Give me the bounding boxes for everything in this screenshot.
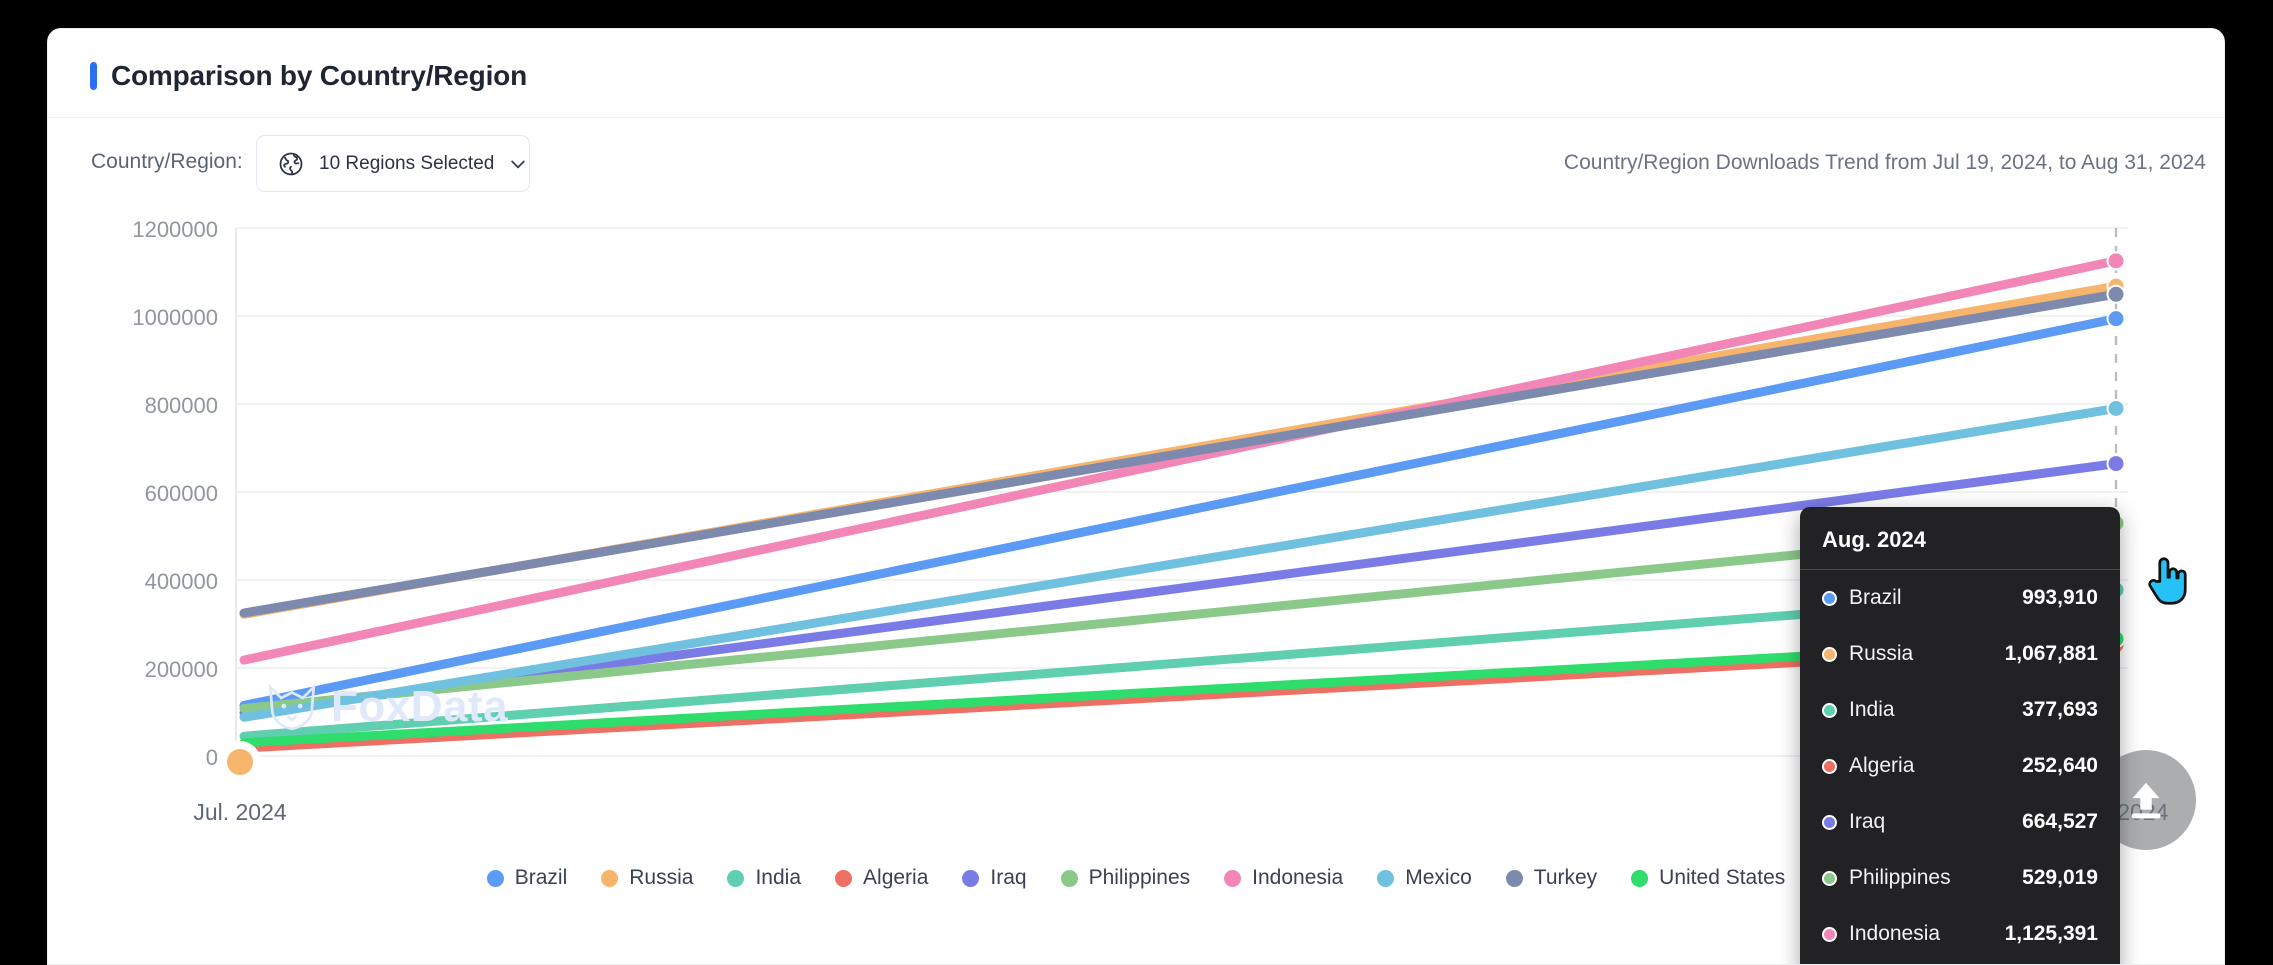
globe-icon xyxy=(279,152,303,175)
tooltip-series-value: 252,640 xyxy=(2022,754,2098,777)
tooltip-series-name: Brazil xyxy=(1849,586,1902,609)
tooltip-series-value: 529,019 xyxy=(2022,866,2098,889)
tooltip-date-label: Aug. 2024 xyxy=(1800,507,2120,570)
chevron-down-icon xyxy=(511,160,526,168)
x-axis-tick-label: Jul. 2024 xyxy=(193,799,287,825)
legend-color-dot xyxy=(962,869,980,887)
legend-label: Brazil xyxy=(514,866,568,889)
legend-item[interactable]: Turkey xyxy=(1505,866,1598,890)
tooltip-row: Algeria 252,640 xyxy=(1800,738,2120,794)
legend-item[interactable]: Brazil xyxy=(486,866,568,890)
legend-color-dot xyxy=(835,869,853,887)
legend-item[interactable]: Philippines xyxy=(1060,866,1191,890)
y-axis-tick-label: 200000 xyxy=(145,657,218,682)
controls-row: Country/Region: 10 Regions Selected Coun… xyxy=(48,118,2224,210)
downloads-trend-chart: 0 200000 400000 600000 800000 1000000 1200000 J… xyxy=(48,210,2224,964)
legend-color-dot xyxy=(727,869,745,887)
tooltip-series-value: 993,910 xyxy=(2022,586,2098,609)
comparison-card: Comparison by Country/Region Country/Reg… xyxy=(47,28,2225,965)
legend-label: Indonesia xyxy=(1252,866,1344,889)
tooltip-series-name: Indonesia xyxy=(1849,922,1941,945)
series-color-dot xyxy=(1822,870,1837,886)
tooltip-series-name: Russia xyxy=(1849,642,1914,665)
legend-label: Mexico xyxy=(1405,866,1472,889)
legend-item[interactable]: Algeria xyxy=(835,866,928,890)
y-axis-tick-label: 600000 xyxy=(145,481,218,506)
legend-color-dot xyxy=(1224,869,1242,887)
tooltip-row: Russia 1,067,881 xyxy=(1800,626,2120,682)
legend-item[interactable]: Indonesia xyxy=(1224,866,1343,890)
legend-label: Philippines xyxy=(1088,866,1191,889)
region-select-value: 10 Regions Selected xyxy=(319,152,495,174)
legend-label: Algeria xyxy=(863,866,929,889)
tooltip-series-name: Algeria xyxy=(1849,754,1915,777)
tooltip-row: Philippines 529,019 xyxy=(1800,850,2120,906)
legend-color-dot xyxy=(1060,869,1078,887)
tooltip-row: India 377,693 xyxy=(1800,682,2120,738)
series-color-dot xyxy=(1822,758,1837,774)
series-color-dot xyxy=(1822,702,1837,718)
tooltip-series-value: 664,527 xyxy=(2022,810,2098,833)
series-color-dot xyxy=(1822,814,1837,830)
country-region-label: Country/Region: xyxy=(91,150,243,173)
tooltip-series-name: India xyxy=(1849,698,1895,721)
tooltip-row: Iraq 664,527 xyxy=(1800,794,2120,850)
tooltip-rows: Brazil 993,910 Russia 1,067,881 India 377,693… xyxy=(1800,570,2120,964)
upload-arrow-icon xyxy=(2131,782,2161,819)
legend-label: India xyxy=(755,866,802,889)
y-axis-tick-label: 1200000 xyxy=(132,217,218,242)
legend-item[interactable]: United States xyxy=(1631,866,1785,890)
tooltip-series-value: 1,125,391 xyxy=(2004,922,2098,945)
title-accent-bar xyxy=(90,62,97,90)
legend-color-dot xyxy=(1505,869,1523,887)
legend-label: Iraq xyxy=(990,866,1027,889)
tooltip-row: Brazil 993,910 xyxy=(1800,570,2120,626)
legend-color-dot xyxy=(486,869,504,887)
legend-item[interactable]: Mexico xyxy=(1377,866,1472,890)
legend-item[interactable]: Iraq xyxy=(962,866,1027,890)
legend-label: Russia xyxy=(629,866,694,889)
legend-label: Turkey xyxy=(1533,866,1598,889)
legend-item[interactable]: India xyxy=(727,866,801,890)
legend-item[interactable]: Russia xyxy=(601,866,693,890)
series-color-dot xyxy=(1822,926,1837,942)
card-header: Comparison by Country/Region xyxy=(48,29,2224,118)
series-endpoint-marker xyxy=(2106,454,2126,474)
tooltip-series-value: 377,693 xyxy=(2022,698,2098,721)
origin-highlight-marker xyxy=(219,741,261,783)
y-axis-tick-label: 400000 xyxy=(145,569,218,594)
series-endpoint-marker xyxy=(2106,251,2126,271)
tooltip-series-name: Iraq xyxy=(1849,810,1886,833)
title-label: Comparison by Country/Region xyxy=(111,60,527,91)
page-background: Comparison by Country/Region Country/Reg… xyxy=(0,0,2273,965)
page-title: Comparison by Country/Region xyxy=(90,60,527,92)
series-endpoint-marker xyxy=(2106,284,2126,304)
legend-color-dot xyxy=(601,869,619,887)
tooltip-series-value: 1,067,881 xyxy=(2004,642,2098,665)
series-color-dot xyxy=(1822,590,1837,606)
tooltip-row: Indonesia 1,125,391 xyxy=(1800,906,2120,962)
y-axis-tick-label: 1000000 xyxy=(132,305,218,330)
trend-range-note: Country/Region Downloads Trend from Jul … xyxy=(1563,151,2206,174)
series-color-dot xyxy=(1822,646,1837,662)
legend-label: United States xyxy=(1659,866,1786,889)
legend-color-dot xyxy=(1631,869,1649,887)
series-endpoint-marker xyxy=(2106,398,2126,418)
y-axis-tick-label: 0 xyxy=(206,745,218,770)
chart-tooltip: Aug. 2024 Brazil 993,910 Russia 1,067,881 In… xyxy=(1800,507,2120,964)
region-select[interactable]: 10 Regions Selected xyxy=(256,135,530,192)
legend-color-dot xyxy=(1377,869,1395,887)
y-axis-tick-label: 800000 xyxy=(145,393,218,418)
series-endpoint-marker xyxy=(2106,309,2126,329)
tooltip-series-name: Philippines xyxy=(1849,866,1951,889)
